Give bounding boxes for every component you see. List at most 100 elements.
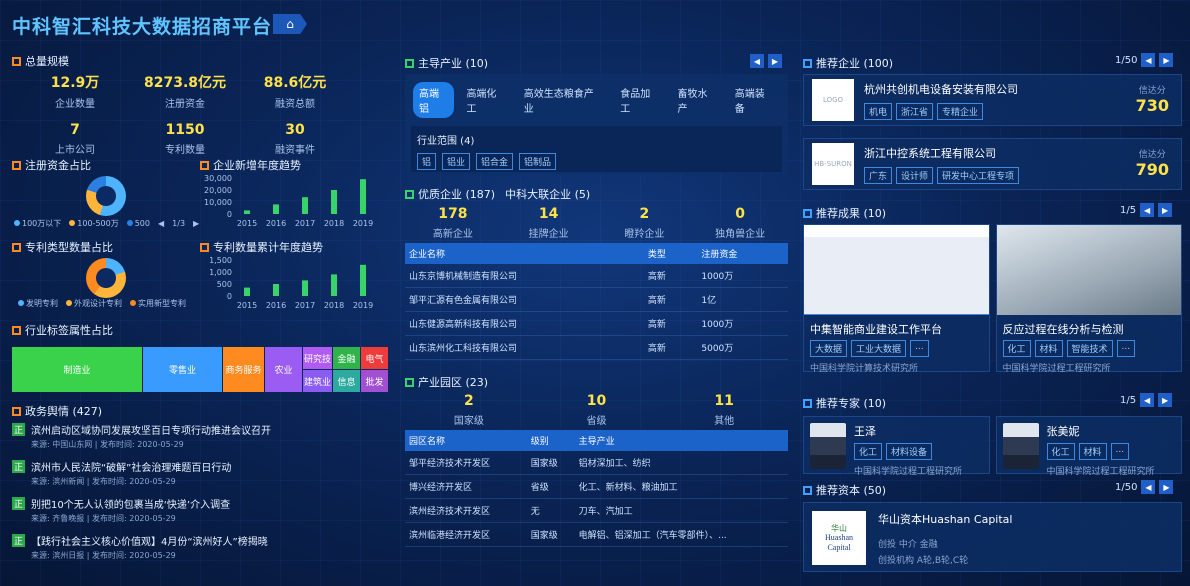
industry-block[interactable]: 商务服务: [223, 347, 264, 392]
industry-tab[interactable]: 畜牧水产: [671, 82, 722, 118]
industry-tab[interactable]: 高效生态粮食产业: [518, 82, 609, 118]
y-tick-label: 500: [217, 280, 232, 289]
table-cell: 山东健源高新科技有限公司: [405, 311, 644, 336]
industry-block[interactable]: 研究技: [303, 347, 332, 369]
rec-expert-pager: 1/5 ◀ ▶: [1120, 393, 1173, 407]
scope-tag[interactable]: 铝业: [442, 153, 471, 170]
table-row[interactable]: 山东健源高新科技有限公司 高新 1000万: [405, 311, 788, 336]
rec-expert-next[interactable]: ▶: [1158, 393, 1173, 407]
industry-block[interactable]: 金融: [333, 347, 360, 369]
policy-item[interactable]: 正别把10个无人认领的包裹当成‘快递’介入调查 来源: 齐鲁晚报 | 发布时间: …: [12, 496, 392, 524]
home-icon: ⌂: [286, 17, 294, 31]
table-row[interactable]: 邹平经济技术开发区 国家级 铝材深加工、纺织: [405, 451, 788, 475]
company-name[interactable]: 浙江中控系统工程有限公司: [864, 145, 1019, 161]
rec-capital-card[interactable]: 华山 Huashan Capital 华山资本Huashan Capital 创投 …: [803, 502, 1182, 572]
scope-tag[interactable]: 铝: [417, 153, 437, 170]
scope-tag[interactable]: 铝合金: [476, 153, 514, 170]
expert-tags: 化工 材料设备: [854, 443, 962, 460]
stat-label: 融资事件: [275, 145, 315, 156]
table-cell: 山东京博机械制造有限公司: [405, 264, 644, 288]
capital-legend-prev[interactable]: ◀: [158, 219, 164, 228]
rec-company-title: 推荐企业 (100): [803, 55, 893, 71]
industry-tab[interactable]: 食品加工: [614, 82, 665, 118]
capital-name[interactable]: 华山资本Huashan Capital: [878, 511, 1012, 527]
industry-block[interactable]: 建筑业: [303, 370, 332, 392]
stat-item: 2 国家级: [424, 393, 514, 427]
industry-tab[interactable]: 高端铝: [413, 82, 455, 118]
stat-value: 11: [714, 393, 734, 409]
expert-name[interactable]: 王泽: [854, 423, 962, 439]
policy-item[interactable]: 正滨州市人民法院“破解”社会治理难题百日行动 来源: 滨州新闻 | 发布时间: 2…: [12, 459, 392, 487]
expert-name[interactable]: 张美妮: [1047, 423, 1155, 439]
table-row[interactable]: 邹平汇源有色金属有限公司 高新 1亿: [405, 287, 788, 312]
result-title[interactable]: 中集智能商业建设工作平台: [804, 315, 989, 340]
stat-value: 8273.8亿元: [143, 75, 227, 91]
result-tag: 材料: [1034, 340, 1063, 357]
table-row[interactable]: 博兴经济开发区 省级 化工、新材料、粮油加工: [405, 474, 788, 499]
bar: [331, 274, 337, 296]
table-row[interactable]: 滨州临港经济开发区 国家级 电解铝、铝深加工（汽车零部件）、...: [405, 522, 788, 547]
expert-card[interactable]: 张美妮 化工 材料... 中国科学院过程工程研究所: [995, 416, 1182, 477]
policy-headline: 别把10个无人认领的包裹当成‘快递’介入调查: [31, 500, 231, 511]
x-tick-label: 2015: [237, 219, 257, 228]
table-cell: 滨州经济技术开发区: [405, 498, 527, 523]
stat-label: 挂牌企业: [528, 229, 569, 240]
table-cell: 刀车、汽加工: [574, 498, 788, 523]
result-card[interactable]: 反应过程在线分析与检测 化工 材料 智能技术... 中国科学院过程工程研究所: [995, 224, 1182, 374]
industry-tab[interactable]: 高端装备: [729, 82, 780, 118]
company-logo: LOGO: [812, 79, 854, 121]
policy-item[interactable]: 正【践行社会主义核心价值观】4月份“滨州好人”榜揭晓 来源: 滨州日报 | 发布时…: [12, 533, 392, 561]
stat-label: 注册资金: [165, 99, 205, 110]
leading-prev-button[interactable]: ◀: [750, 54, 764, 68]
industry-block[interactable]: 批发: [361, 370, 388, 392]
positive-badge: 正: [12, 497, 25, 510]
expert-org: 中国科学院过程工程研究所: [1046, 467, 1155, 477]
stat-label: 专利数量: [165, 145, 205, 156]
table-cell: 山东滨州化工科技有限公司: [405, 335, 644, 360]
industry-block[interactable]: 制造业: [12, 347, 142, 392]
result-title[interactable]: 反应过程在线分析与检测: [997, 315, 1182, 340]
rec-company-next[interactable]: ▶: [1159, 53, 1174, 67]
industry-block[interactable]: 信息: [333, 370, 360, 392]
quality-subtitle[interactable]: 中科大联企业 (5): [505, 186, 590, 202]
x-tick-label: 2016: [266, 219, 286, 228]
company-card[interactable]: HB-SURON 浙江中控系统工程有限公司 广东 设计师 研发中心工程专项 信达分 790: [803, 138, 1182, 190]
rec-company-prev[interactable]: ◀: [1141, 53, 1156, 67]
table-row[interactable]: 山东滨州化工科技有限公司 高新 5000万: [405, 335, 788, 360]
leading-next-button[interactable]: ▶: [768, 54, 782, 68]
rec-result-next[interactable]: ▶: [1158, 203, 1173, 217]
table-cell: 省级: [526, 546, 575, 550]
table-row[interactable]: 山东京博机械制造有限公司 高新 1000万: [405, 264, 788, 288]
table-cell: 省级: [526, 474, 575, 499]
table-cell: 5000万: [697, 335, 788, 360]
result-card[interactable]: 中集智能商业建设工作平台 大数据 工业大数据... 中国科学院计算技术研究所: [803, 224, 990, 374]
policy-item[interactable]: 正滨州启动区域协同发展攻坚百日专项行动推进会议召开 来源: 中国山东网 | 发布时…: [12, 422, 392, 450]
expert-card[interactable]: 王泽 化工 材料设备 中国科学院过程工程研究所: [803, 416, 990, 477]
overview-stats: 12.9万 企业数量 8273.8亿元 注册资金 88.6亿元 融资总额 7 上市公司 1150…: [30, 72, 360, 156]
industry-block[interactable]: 零售业: [143, 347, 222, 392]
table-cell: 高新: [643, 264, 698, 288]
industry-block[interactable]: 电气: [361, 347, 388, 369]
scope-tag[interactable]: 铝制品: [519, 153, 557, 170]
industry-tab[interactable]: 高端化工: [460, 82, 511, 118]
table-row[interactable]: 北海经济开发区省级化工、新材料、海产、水产、...: [405, 546, 788, 550]
rec-result-prev[interactable]: ◀: [1140, 203, 1155, 217]
stat-value: 14: [538, 206, 559, 222]
stat-value: 12.9万: [50, 75, 100, 91]
rec-capital-prev[interactable]: ◀: [1141, 480, 1156, 494]
company-card[interactable]: LOGO 杭州共创机电设备安装有限公司 机电 浙江省 专精企业 信达分 730: [803, 74, 1182, 126]
rec-expert-prev[interactable]: ◀: [1140, 393, 1155, 407]
policy-text: 别把10个无人认领的包裹当成‘快递’介入调查 来源: 齐鲁晚报 | 发布时间: 2…: [31, 496, 230, 524]
rec-capital-next[interactable]: ▶: [1159, 480, 1174, 494]
table-row[interactable]: 山东滨州鑫源科技有限公司高新1.2亿: [405, 359, 788, 361]
table-cell: 高新: [643, 311, 698, 336]
table-row[interactable]: 滨州经济技术开发区无刀车、汽加工: [405, 498, 788, 523]
capital-legend-next[interactable]: ▶: [193, 219, 199, 228]
company-name[interactable]: 杭州共创机电设备安装有限公司: [864, 81, 1018, 97]
table-cell: 高新: [643, 335, 698, 360]
stat-item: 11 其他: [679, 393, 769, 427]
industry-block[interactable]: 农业: [265, 347, 302, 392]
x-tick-label: 2016: [266, 301, 286, 310]
home-button[interactable]: ⌂: [273, 14, 307, 34]
capital-legend: 100万以下 100-500万 500 ◀ 1/3 ▶: [14, 218, 199, 229]
